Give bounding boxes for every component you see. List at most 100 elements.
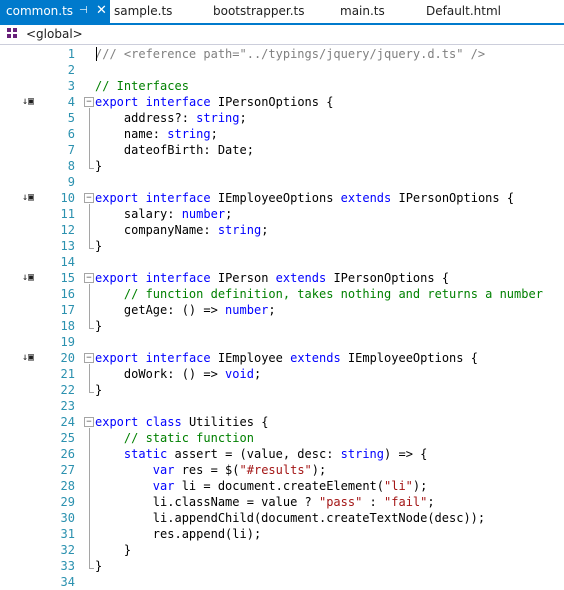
code-line[interactable]: 17 getAge: () => number;	[0, 302, 564, 318]
code-token: export	[95, 271, 139, 285]
code-line[interactable]: 24− export class Utilities {	[0, 414, 564, 430]
collapse-toggle-icon[interactable]: −	[84, 417, 94, 427]
tab-label: common.ts	[6, 4, 74, 18]
implementation-glyph-icon[interactable]: ↓▣	[22, 97, 34, 107]
line-number: 5	[67, 111, 75, 125]
code-text: export interface IPersonOptions {	[95, 94, 333, 110]
code-token: export	[95, 95, 139, 109]
code-token: name:	[95, 127, 168, 141]
tab-main-ts[interactable]: main.ts	[340, 0, 385, 23]
code-line[interactable]: 6 name: string;	[0, 126, 564, 142]
code-line[interactable]: 26 static assert = (value, desc: string)…	[0, 446, 564, 462]
code-line[interactable]: 12 companyName: string;	[0, 222, 564, 238]
code-text: }	[95, 158, 102, 174]
code-text: getAge: () => number;	[95, 302, 276, 318]
code-token: // static function	[123, 431, 254, 445]
code-token: interface	[145, 351, 211, 365]
line-number: 21	[60, 367, 75, 381]
code-line[interactable]: 15 ↓▣ − export interface IPerson extends IP…	[0, 270, 564, 286]
tab-bootstrapper-ts[interactable]: bootstrapper.ts	[213, 0, 304, 23]
code-line[interactable]: 23	[0, 398, 564, 414]
code-token: address?:	[95, 111, 197, 125]
tab-label: sample.ts	[114, 4, 173, 18]
collapse-toggle-icon[interactable]: −	[84, 273, 94, 283]
code-line[interactable]: 4 ↓▣ − export interface IPersonOptions {	[0, 94, 564, 110]
code-line[interactable]: 30 li.appendChild(document.createTextNod…	[0, 510, 564, 526]
close-icon[interactable]: ✕	[96, 0, 107, 22]
code-token: /// <reference path="../typings/jquery/j…	[95, 47, 486, 61]
collapse-toggle-icon[interactable]: −	[84, 97, 94, 107]
collapse-toggle-icon[interactable]: −	[84, 193, 94, 203]
code-token: dateofBirth: Date;	[95, 143, 254, 157]
code-line[interactable]: 16 // function definition, takes nothing…	[0, 286, 564, 302]
line-number: 23	[60, 399, 75, 413]
code-token: string	[196, 111, 240, 125]
code-line[interactable]: 29 li.className = value ? "pass" : "fail…	[0, 494, 564, 510]
code-token: ;	[261, 223, 269, 237]
implementation-glyph-icon[interactable]: ↓▣	[22, 193, 34, 203]
tab-label: main.ts	[340, 4, 385, 18]
code-token: class	[145, 415, 182, 429]
code-token: IEmployeeOptions	[210, 191, 341, 205]
code-token: }	[95, 239, 103, 253]
code-line[interactable]: 34	[0, 574, 564, 590]
code-line[interactable]: 18}	[0, 318, 564, 334]
scope-dropdown[interactable]: <global>	[26, 26, 83, 42]
code-line[interactable]: 25 // static function	[0, 430, 564, 446]
navigation-bar[interactable]: <global>	[0, 25, 564, 45]
code-token: extends	[290, 351, 341, 365]
pin-icon[interactable]: ⊣	[79, 0, 88, 22]
code-line[interactable]: 33}	[0, 558, 564, 574]
code-line[interactable]: 14	[0, 254, 564, 270]
code-token: "#results"	[239, 463, 312, 477]
code-line[interactable]: 2	[0, 62, 564, 78]
code-line[interactable]: 7 dateofBirth: Date;	[0, 142, 564, 158]
code-token: IEmployeeOptions {	[340, 351, 478, 365]
implementation-glyph-icon[interactable]: ↓▣	[22, 273, 34, 283]
code-line[interactable]: 13}	[0, 238, 564, 254]
collapse-toggle-icon[interactable]: −	[84, 353, 94, 363]
code-line[interactable]: 22}	[0, 382, 564, 398]
line-number: 31	[60, 527, 75, 541]
implementation-glyph-icon[interactable]: ↓▣	[22, 353, 34, 363]
code-token: IPersonOptions {	[391, 191, 515, 205]
code-line[interactable]: 21 doWork: () => void;	[0, 366, 564, 382]
line-number: 32	[60, 543, 75, 557]
code-token: getAge: () =>	[95, 303, 226, 317]
document-tab-bar: common.ts ⊣ ✕ sample.ts bootstrapper.ts …	[0, 0, 564, 24]
code-line[interactable]: 3 // Interfaces	[0, 78, 564, 94]
code-line[interactable]: 19	[0, 334, 564, 350]
code-line[interactable]: 27 var res = $("#results");	[0, 462, 564, 478]
line-number: 12	[60, 223, 75, 237]
code-token: "pass"	[318, 495, 363, 509]
code-line[interactable]: 5 address?: string;	[0, 110, 564, 126]
code-line[interactable]: 1 /// <reference path="../typings/jquery/…	[0, 46, 564, 62]
code-line[interactable]: 10 ↓▣ − export interface IEmployeeOptions e…	[0, 190, 564, 206]
code-token: string	[340, 447, 385, 461]
code-token: );	[412, 479, 428, 493]
code-line[interactable]: 9	[0, 174, 564, 190]
code-token: }	[95, 559, 103, 573]
code-line[interactable]: 8}	[0, 158, 564, 174]
line-number: 14	[60, 255, 75, 269]
tab-label: Default.html	[426, 4, 501, 18]
tab-default-html[interactable]: Default.html	[426, 0, 501, 23]
tab-sample-ts[interactable]: sample.ts	[114, 0, 172, 23]
tab-common-ts[interactable]: common.ts ⊣ ✕	[0, 0, 110, 23]
line-number: 9	[67, 175, 75, 189]
line-number: 4	[67, 95, 75, 109]
code-line[interactable]: 11 salary: number;	[0, 206, 564, 222]
code-token: string	[217, 223, 262, 237]
code-line[interactable]: 32 }	[0, 542, 564, 558]
code-text: export interface IPerson extends IPerson…	[95, 270, 449, 286]
code-line[interactable]: 28 var li = document.createElement("li")…	[0, 478, 564, 494]
code-text: salary: number;	[95, 206, 232, 222]
code-line[interactable]: 31 res.append(li);	[0, 526, 564, 542]
code-line[interactable]: 20 ↓▣ − export interface IEmployee extends …	[0, 350, 564, 366]
line-number: 30	[60, 511, 75, 525]
code-editor[interactable]: 1 /// <reference path="../typings/jquery/…	[0, 45, 564, 589]
line-number: 25	[60, 431, 75, 445]
